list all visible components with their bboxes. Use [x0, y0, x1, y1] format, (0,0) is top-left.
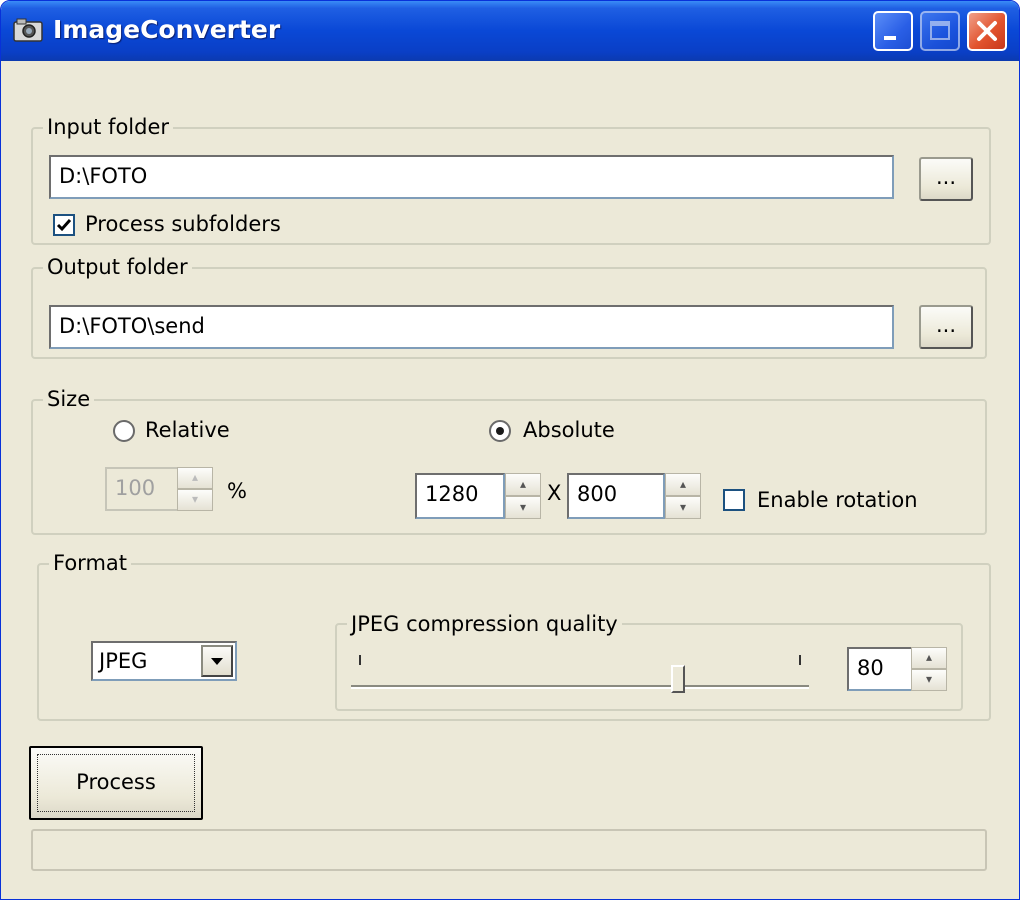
camera-icon [13, 18, 43, 42]
process-subfolders-label[interactable]: Process subfolders [85, 212, 281, 236]
width-spinner[interactable]: ▴ ▾ [505, 473, 541, 519]
output-folder-field[interactable]: D:\FOTO\send [49, 305, 894, 349]
process-subfolders-checkbox[interactable] [53, 214, 75, 236]
width-field[interactable]: 1280 [415, 473, 505, 519]
spin-down-icon: ▾ [925, 672, 933, 686]
input-folder-browse-button[interactable]: ... [919, 157, 973, 201]
jpeg-quality-legend: JPEG compression quality [347, 612, 622, 636]
relative-label[interactable]: Relative [145, 418, 230, 442]
close-button[interactable] [967, 11, 1007, 51]
minimize-button[interactable] [873, 11, 913, 51]
radio-dot-icon [496, 427, 504, 435]
app-window: ImageConverter Input folder D:\FOTO ... … [0, 0, 1020, 900]
spin-up-icon: ▴ [679, 477, 687, 491]
progress-bar [31, 829, 987, 871]
input-folder-legend: Input folder [43, 115, 174, 139]
height-spinner[interactable]: ▴ ▾ [665, 473, 701, 519]
relative-percent-field: 100 [105, 467, 179, 511]
relative-radio[interactable] [113, 420, 135, 442]
quality-slider-thumb[interactable] [671, 665, 685, 693]
spin-down-icon: ▾ [519, 500, 527, 514]
quality-slider-track[interactable] [351, 685, 809, 689]
output-folder-browse-button[interactable]: ... [919, 305, 973, 349]
spin-up-button[interactable]: ▴ [911, 647, 947, 669]
spin-up-button: ▴ [177, 467, 213, 489]
slider-tick-min [359, 655, 361, 665]
format-legend: Format [49, 551, 132, 575]
spin-up-icon: ▴ [925, 650, 933, 664]
close-icon [977, 21, 997, 41]
minimize-icon [884, 36, 896, 40]
maximize-button[interactable] [920, 11, 960, 51]
enable-rotation-label[interactable]: Enable rotation [757, 488, 918, 512]
size-separator: X [547, 481, 562, 505]
input-folder-field[interactable]: D:\FOTO [49, 155, 894, 199]
window-title: ImageConverter [53, 15, 281, 44]
spin-down-icon: ▾ [679, 500, 687, 514]
absolute-label[interactable]: Absolute [523, 418, 615, 442]
title-bar[interactable]: ImageConverter [1, 1, 1019, 61]
height-field[interactable]: 800 [567, 473, 665, 519]
percent-unit: % [227, 479, 247, 503]
maximize-icon [930, 21, 950, 40]
spin-down-button[interactable]: ▾ [911, 669, 947, 691]
size-legend: Size [43, 387, 95, 411]
spin-up-button[interactable]: ▴ [505, 473, 541, 496]
spin-up-button[interactable]: ▴ [665, 473, 701, 496]
enable-rotation-checkbox[interactable] [723, 489, 745, 511]
spin-down-button[interactable]: ▾ [665, 496, 701, 519]
quality-field[interactable]: 80 [847, 647, 913, 691]
checkmark-icon [56, 219, 72, 232]
process-button[interactable]: Process [29, 746, 203, 820]
spin-down-button[interactable]: ▾ [505, 496, 541, 519]
chevron-down-icon [211, 658, 223, 665]
process-button-label: Process [76, 770, 156, 794]
spin-down-icon: ▾ [191, 492, 199, 506]
spin-up-icon: ▴ [519, 477, 527, 491]
format-dropdown[interactable]: JPEG [91, 641, 237, 681]
format-selected-value: JPEG [99, 649, 148, 673]
slider-tick-max [799, 655, 801, 665]
dropdown-arrow-button[interactable] [201, 645, 233, 677]
quality-spinner[interactable]: ▴ ▾ [911, 647, 947, 691]
spin-up-icon: ▴ [191, 470, 199, 484]
relative-percent-spinner: ▴ ▾ [177, 467, 213, 511]
spin-down-button: ▾ [177, 489, 213, 511]
output-folder-legend: Output folder [43, 255, 192, 279]
absolute-radio[interactable] [489, 420, 511, 442]
